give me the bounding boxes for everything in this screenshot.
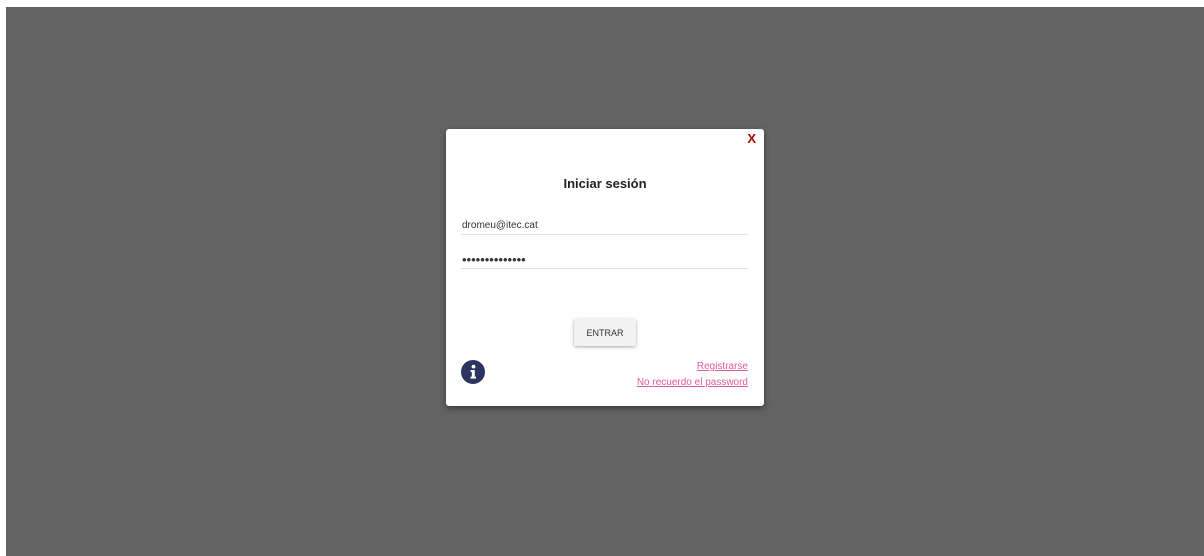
info-icon[interactable] [461,360,485,384]
close-icon[interactable]: X [747,132,756,146]
forgot-password-link[interactable]: No recuerdo el password [637,377,748,388]
dialog-title: Iniciar sesión [563,176,647,191]
login-dialog: X Iniciar sesión ENTRAR Registrarse No r… [446,129,764,406]
email-field[interactable] [461,216,748,235]
enter-button[interactable]: ENTRAR [574,319,636,346]
password-field[interactable] [461,250,748,269]
register-link[interactable]: Registrarse [697,361,748,372]
